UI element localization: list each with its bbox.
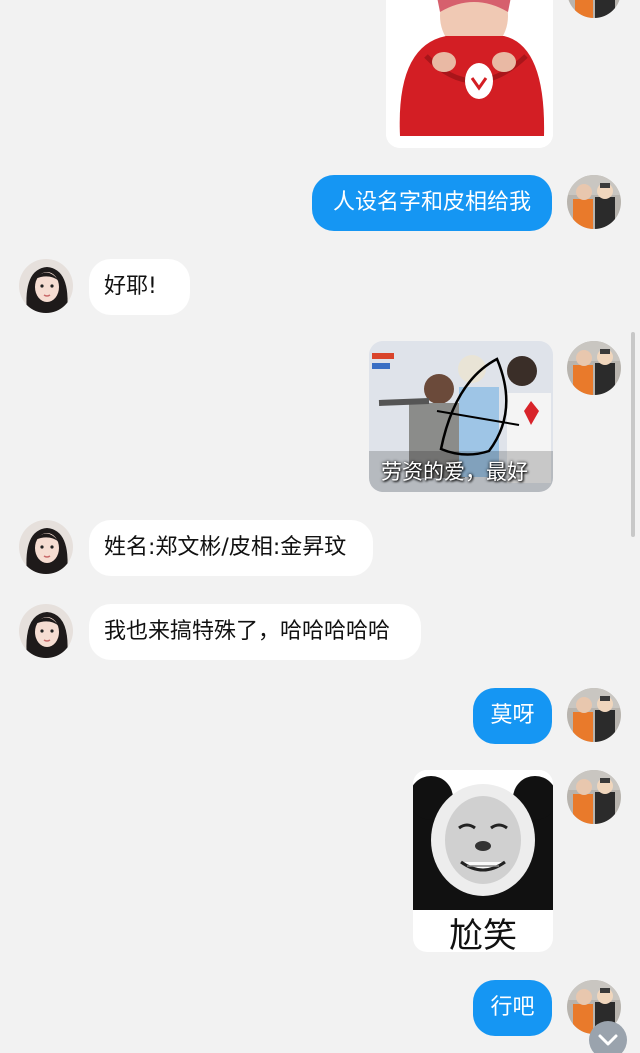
message-text: 我也来搞特殊了，哈哈哈哈哈 (104, 619, 391, 644)
sent-sticker-message[interactable]: 尬笑 (413, 770, 553, 952)
message-bubble-received[interactable]: 姓名:郑文彬/皮相:金昇玟 (89, 520, 373, 576)
message-text: 好耶! (104, 274, 157, 299)
message-bubble-received[interactable]: 好耶! (89, 259, 190, 315)
avatar-me[interactable] (567, 688, 621, 742)
message-bubble-received[interactable]: 我也来搞特殊了，哈哈哈哈哈 (89, 604, 421, 660)
message-text: 行吧 (490, 995, 535, 1020)
avatar-contact-image (19, 520, 73, 574)
avatar-me-image (567, 341, 621, 395)
message-bubble-sent[interactable]: 人设名字和皮相给我 (312, 175, 552, 231)
photo-person-red-sweater (386, 0, 553, 148)
sent-image-message[interactable] (386, 0, 553, 148)
avatar-me[interactable] (567, 0, 621, 18)
panda-meme-sticker (413, 770, 553, 910)
scrollbar-thumb[interactable] (631, 332, 635, 537)
sent-image-message[interactable]: 劳资的爱，最好 (369, 341, 553, 492)
avatar-me[interactable] (567, 341, 621, 395)
image-caption: 劳资的爱，最好 (381, 460, 528, 484)
avatar-contact-image (19, 259, 73, 313)
message-text: 姓名:郑文彬/皮相:金昇玟 (104, 535, 347, 560)
message-text: 人设名字和皮相给我 (332, 190, 531, 215)
avatar-contact[interactable] (19, 520, 73, 574)
avatar-contact-image (19, 604, 73, 658)
sticker-caption: 尬笑 (449, 916, 517, 952)
message-bubble-sent[interactable]: 行吧 (473, 980, 552, 1036)
avatar-me-image (567, 688, 621, 742)
chevron-down-icon (598, 1034, 618, 1046)
avatar-me-image (567, 0, 621, 18)
avatar-me[interactable] (567, 770, 621, 824)
avatar-me[interactable] (567, 175, 621, 229)
avatar-me-image (567, 175, 621, 229)
message-text: 莫呀 (490, 703, 535, 728)
message-bubble-sent[interactable]: 莫呀 (473, 688, 552, 744)
chat-message-list[interactable]: 人设名字和皮相给我 好耶! 劳资的爱，最好 姓名:郑文彬/皮相:金昇玟 我也来搞… (0, 0, 640, 1053)
avatar-contact[interactable] (19, 604, 73, 658)
scroll-to-bottom-button[interactable] (589, 1021, 627, 1053)
avatar-contact[interactable] (19, 259, 73, 313)
avatar-me-image (567, 770, 621, 824)
